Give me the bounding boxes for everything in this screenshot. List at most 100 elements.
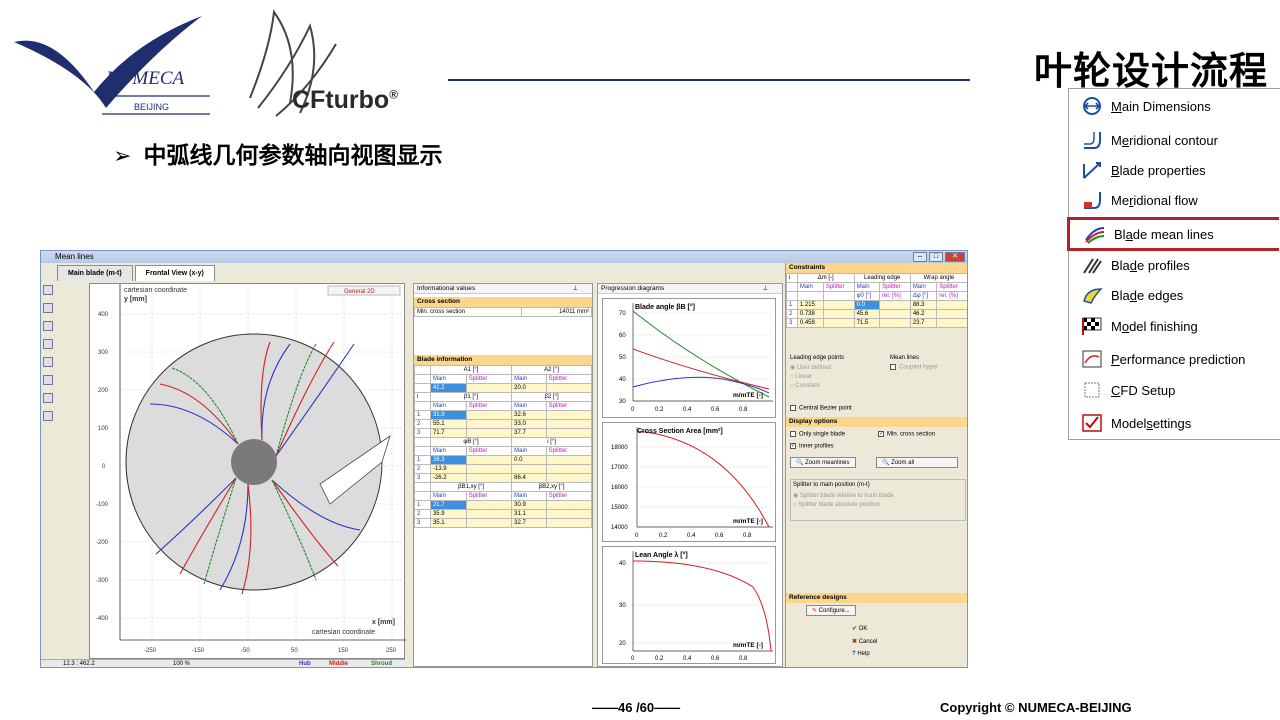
numeca-wordmark: NUMECA [105,68,185,89]
radio-constant[interactable]: ○ Constant [790,383,844,389]
fit-icon[interactable] [43,321,53,331]
svg-text:30: 30 [619,603,626,609]
radio-user-defined[interactable]: ◉ User defined [790,364,844,371]
cross-section-header: Cross section [414,297,592,307]
pan-icon[interactable] [43,303,53,313]
only-single-blade-checkbox[interactable]: Only single blade [790,431,845,438]
status-coords: 12.3 : 462.2 [63,661,95,667]
y-tick: 0 [102,464,106,470]
y-tick: -100 [96,502,109,508]
reference-designs-header: Reference designs [786,593,967,603]
svg-text:30: 30 [619,399,626,405]
print-icon[interactable] [43,375,53,385]
cancel-x-icon: ✖ [852,639,858,645]
blade-properties-icon [1079,159,1105,181]
y-tick: 100 [98,426,109,432]
cfd-setup-icon [1079,379,1105,401]
pin-icon[interactable]: ⊥ [572,284,578,294]
menu-item-blade-edges[interactable]: Bla d e edges [1079,281,1183,309]
menu-item-blade-mean-lines[interactable]: Bl a de mean lines [1067,217,1279,251]
tab-frontal-view[interactable]: Frontal View (x-y) [134,265,215,281]
constraints-panel: Constraints i Δm [-] Leading edge Wrap angl… [785,263,967,667]
menu-item-performance-prediction[interactable]: Performance prediction [1079,345,1245,373]
svg-text:0.6: 0.6 [711,656,720,662]
blade-profiles-icon [1079,254,1105,276]
svg-text:0.4: 0.4 [683,656,692,662]
min-cross-section-checkbox[interactable]: ✓ Min. cross section [878,431,935,438]
min-cross-label: Min. cross section [414,307,522,317]
svg-text:20: 20 [619,641,626,647]
frontal-view-plot[interactable]: 400 300 200 100 0 -100 -200 -300 -400 -2… [89,283,406,659]
cancel-button[interactable]: ✖ Cancel [852,638,877,645]
export-icon[interactable] [43,411,53,421]
svg-text:14000: 14000 [611,525,628,531]
y-tick: 400 [98,312,109,318]
progression-diagrams-panel: Progression diagrams ⊥ Blade angle βB [°]… [597,283,783,667]
lean-angle-chart[interactable]: Lean Angle λ [°] 40 30 20 0 0.2 0.4 0.6 0.8 m/… [602,546,776,664]
cross-section-area-chart[interactable]: Cross Section Area [mm²] 18000 17000 16000… [602,422,776,542]
wrench-icon: ✎ [812,608,818,614]
pin-icon[interactable]: ⊥ [762,284,768,294]
menu-item-meridional-flow[interactable]: Me r idional flow [1079,186,1198,214]
title-underline [448,79,970,81]
menu-item-blade-properties[interactable]: Blade properties [1079,156,1206,184]
y-tick: -200 [96,540,109,546]
blade-edges-icon [1079,284,1105,306]
central-bezier-checkbox[interactable]: Central Bezier point [790,405,852,412]
blade-angle-title: Blade angle βB [°] [635,303,695,311]
constraints-table: i Δm [-] Leading edge Wrap angle Main Splitt… [786,273,967,328]
status-zoom: 100 % [173,661,191,667]
ok-button[interactable]: ✔ OK [852,625,867,632]
svg-text:m/mTE [-]: m/mTE [-] [733,518,763,525]
numeca-logo: NUMECA BEIJING [14,12,234,122]
svg-text:40: 40 [619,377,626,383]
checkered-flag-icon [1079,315,1105,337]
menu-item-model-finishing[interactable]: Mo del finishing [1079,312,1198,340]
y-tick: 200 [98,388,109,394]
svg-text:0.6: 0.6 [715,533,724,539]
zoom-icon[interactable] [43,285,53,295]
x-tick: 250 [386,648,397,654]
copy-icon[interactable] [43,339,53,349]
leading-edge-points-group: Leading edge points ◉ User defined ○ Lin… [790,355,845,389]
meridional-flow-icon [1079,189,1105,211]
status-bar: 12.3 : 462.2 100 % Hub Middle Shroud [41,659,405,667]
help-button[interactable]: ? Help [852,651,870,657]
svg-text:0: 0 [635,533,639,539]
x-tick: -250 [144,648,157,654]
copyright: Copyright © NUMECA-BEIJING [940,700,1132,715]
menu-item-cfd-setup[interactable]: C FD Setup [1079,376,1175,404]
inner-profiles-checkbox[interactable]: ✓ Inner profiles [790,443,834,450]
menu-item-model-settings[interactable]: Model s ettings [1079,409,1191,437]
menu-item-main-dimensions[interactable]: Main Dimensions [1079,92,1211,120]
page-number: ——46 /60—— [592,700,681,715]
edit-icon[interactable] [43,393,53,403]
minimize-icon[interactable]: – [913,252,927,262]
menu-item-blade-profiles[interactable]: Bla d e profiles [1079,251,1190,279]
menu-item-meridional-contour[interactable]: Me ridional contour [1079,126,1218,154]
min-cross-value: 14011 mm² [520,307,593,317]
blade-angle-chart[interactable]: Blade angle βB [°] 70 60 50 40 30 0 0.2 0.4 0.6… [602,298,776,418]
svg-text:70: 70 [619,311,626,317]
coupled-checkbox[interactable]: Coupled hyper [890,364,938,371]
display-options-header: Display options [786,417,967,427]
zoom-meanlines-button[interactable]: 🔍 Zoom meanlines [790,457,856,468]
close-icon[interactable]: ✕ [945,252,965,262]
save-icon[interactable] [43,357,53,367]
radio-splitter-absolute[interactable]: ○ Splitter blade absolute position [793,502,963,508]
maximize-icon[interactable]: □ [929,252,943,262]
x-tick: 50 [291,648,298,654]
blade-information-header: Blade information [414,355,592,365]
zoom-all-button[interactable]: 🔍 Zoom all [876,457,958,468]
legend-shroud: Shroud [371,661,392,667]
radio-linear[interactable]: ○ Linear [790,374,844,380]
checkmark-icon: ✔ [852,626,858,632]
y-axis-label: y [mm] [124,296,147,303]
tab-main-blade[interactable]: Main blade (m-t) [57,265,133,281]
radio-splitter-relative[interactable]: ◉ Splitter blade relative to main blade [793,492,963,499]
blade-info-table: A1 [°] A2 [°] Main Splitter Main Splitter 41… [414,365,593,528]
svg-text:0.2: 0.2 [655,407,664,413]
svg-text:0: 0 [631,656,635,662]
x-tick: 150 [338,648,349,654]
configure-button[interactable]: ✎ Configure... [806,605,856,616]
